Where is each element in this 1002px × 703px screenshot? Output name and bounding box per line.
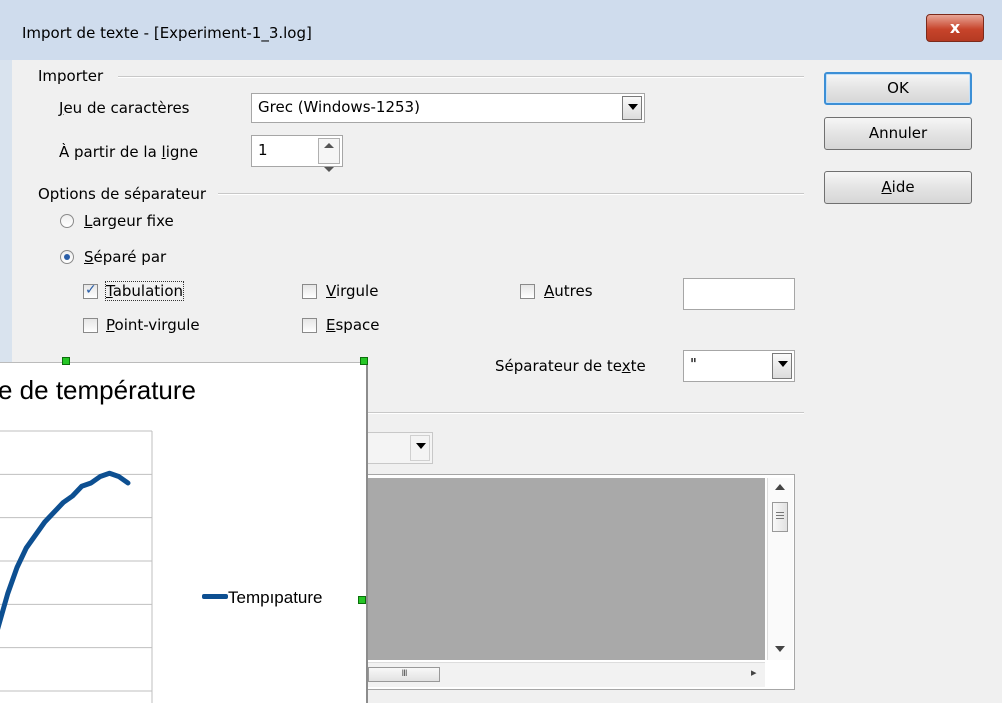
scroll-up-icon[interactable] (775, 484, 785, 490)
separated-by-label[interactable]: Séparé par (84, 248, 166, 266)
spin-up-icon[interactable] (319, 139, 339, 152)
tab-label[interactable]: Tabulation (105, 281, 184, 301)
scroll-right-icon[interactable]: ▸ (751, 666, 757, 679)
scroll-down-icon[interactable] (775, 646, 785, 652)
comma-label[interactable]: Virgule (326, 282, 378, 300)
title-bar: Import de texte - [Experiment-1_3.log] x (0, 0, 1002, 61)
comma-checkbox[interactable] (302, 284, 317, 299)
space-checkbox[interactable] (302, 318, 317, 333)
column-type-select[interactable] (365, 432, 433, 464)
text-delimiter-label: Séparateur de texte (495, 357, 646, 375)
chevron-down-icon[interactable] (622, 96, 642, 120)
text-delimiter-value: " (690, 355, 697, 373)
fromline-stepper[interactable]: 1 (251, 135, 343, 172)
charset-label: Jeu de caractères (59, 99, 190, 117)
chevron-down-icon[interactable] (772, 353, 792, 379)
text-delimiter-select[interactable]: " (683, 350, 795, 382)
ok-button[interactable]: OK (824, 72, 972, 105)
vertical-scroll-thumb[interactable] (772, 502, 788, 532)
close-button[interactable]: x (926, 14, 984, 42)
other-label[interactable]: Autres (544, 282, 593, 300)
charset-value: Grec (Windows-1253) (258, 98, 420, 116)
separator-options-header: Options de séparateur (38, 185, 207, 203)
other-separator-input[interactable] (683, 278, 795, 310)
chart-overlay[interactable]: e de température Tempıрature (0, 362, 368, 703)
fromline-label: À partir de la ligne (59, 143, 199, 161)
other-checkbox[interactable] (520, 284, 535, 299)
space-label[interactable]: Espace (326, 316, 380, 334)
chart-resize-handle[interactable] (62, 357, 70, 365)
importer-rule (118, 76, 804, 78)
semicolon-checkbox[interactable] (83, 318, 98, 333)
importer-header: Importer (38, 67, 104, 85)
help-button[interactable]: Aide (824, 171, 972, 204)
preview-grid (368, 478, 765, 660)
vertical-scrollbar[interactable] (767, 478, 793, 660)
chart-resize-handle[interactable] (360, 357, 368, 365)
separator-options-rule (218, 193, 804, 195)
chart-plot (0, 430, 153, 703)
tab-checkbox[interactable] (83, 282, 98, 299)
chevron-down-icon[interactable] (410, 435, 430, 461)
legend-label: Tempıрature (228, 588, 323, 607)
grip-icon (776, 512, 784, 513)
separated-by-radio[interactable] (60, 250, 74, 264)
fixed-width-radio[interactable] (60, 214, 74, 228)
horizontal-scrollbar[interactable]: III ▸ (368, 662, 765, 687)
dialog-title: Import de texte - [Experiment-1_3.log] (22, 24, 312, 42)
legend-swatch (202, 594, 228, 599)
legend-resize-handle[interactable] (358, 596, 366, 604)
spin-down-icon[interactable] (319, 152, 339, 172)
fromline-value: 1 (258, 141, 268, 159)
series-line (0, 470, 131, 630)
horizontal-scroll-thumb[interactable]: III (368, 667, 440, 682)
semicolon-label[interactable]: Point-virgule (106, 316, 200, 334)
fields-rule (368, 412, 804, 414)
cancel-button[interactable]: Annuler (824, 117, 972, 150)
charset-select[interactable]: Grec (Windows-1253) (251, 93, 645, 123)
fixed-width-label[interactable]: Largeur fixe (84, 212, 174, 230)
